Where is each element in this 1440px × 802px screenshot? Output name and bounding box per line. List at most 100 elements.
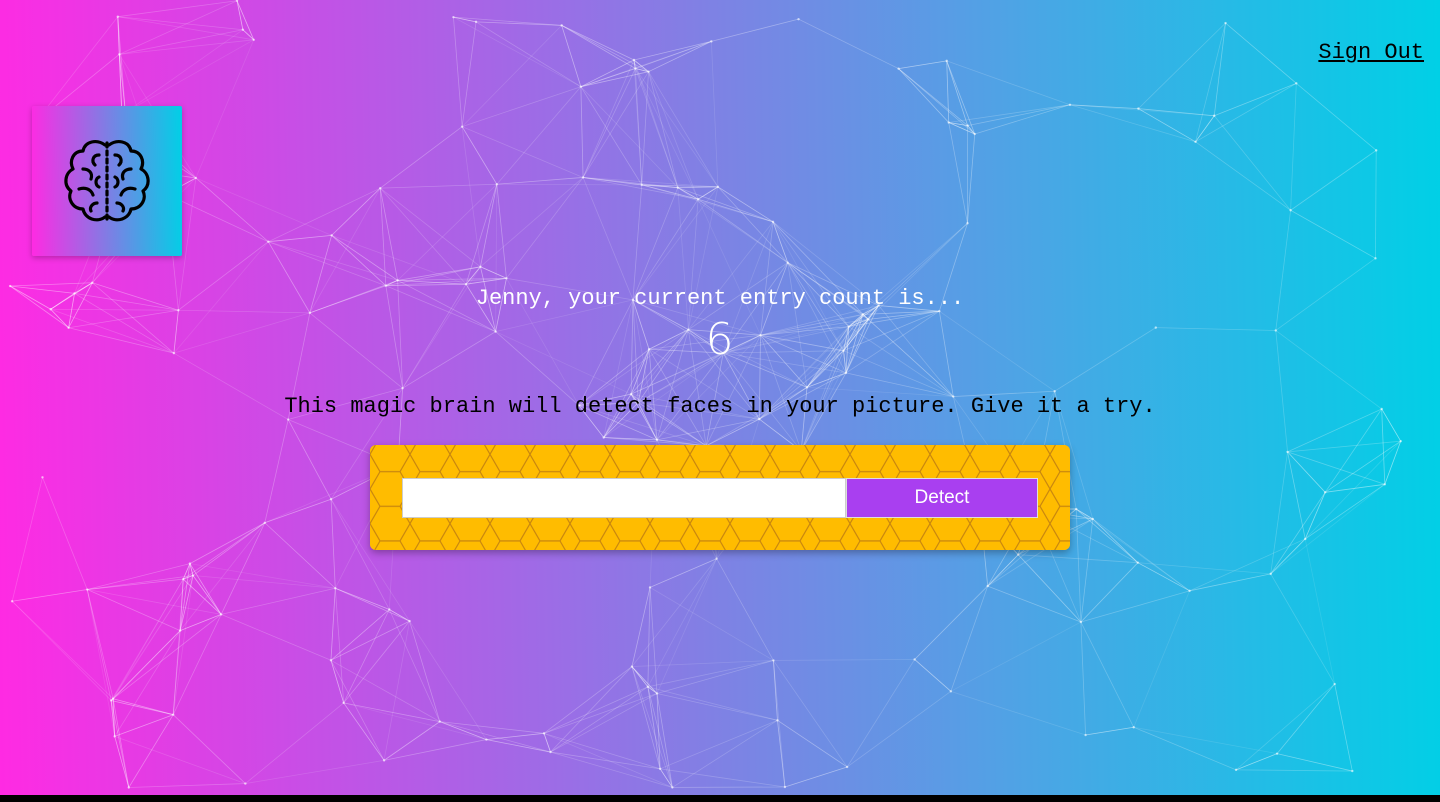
particle-link	[380, 126, 463, 189]
particle-link	[656, 558, 717, 694]
particle-link	[496, 86, 582, 185]
particle-link	[649, 587, 774, 661]
particle-dot	[505, 277, 508, 280]
image-url-input[interactable]	[402, 478, 846, 518]
particle-link	[633, 40, 712, 61]
particle-link	[1133, 726, 1237, 771]
particle-link	[1276, 683, 1335, 754]
particle-link	[128, 714, 174, 788]
particle-dot	[111, 697, 115, 700]
particle-link	[1080, 562, 1139, 623]
particle-link	[110, 575, 194, 701]
particle-link	[461, 25, 562, 127]
particle-dot	[844, 371, 848, 375]
particle-link	[172, 579, 184, 715]
particle-link	[453, 16, 562, 26]
particle-link	[543, 732, 673, 788]
particle-link	[330, 499, 336, 589]
particle-link	[330, 609, 390, 661]
sign-out-link[interactable]: Sign Out	[1318, 40, 1424, 65]
particle-link	[379, 187, 467, 285]
particle-dot	[396, 279, 399, 282]
particle-dot	[1269, 572, 1272, 576]
particle-link	[631, 666, 673, 788]
particle-link	[462, 86, 582, 128]
particle-link	[86, 589, 116, 737]
particle-link	[647, 660, 774, 688]
particle-dot	[219, 613, 223, 616]
particle-link	[87, 575, 194, 590]
particle-link	[110, 578, 184, 701]
particle-link	[1290, 209, 1376, 259]
particle-dot	[647, 70, 650, 73]
particle-link	[697, 198, 774, 223]
particle-dot	[194, 176, 198, 180]
particle-link	[634, 68, 679, 188]
particle-dot	[771, 220, 775, 224]
particle-link	[950, 690, 1086, 736]
particle-link	[550, 751, 673, 788]
particle-dot	[634, 67, 637, 70]
particle-link	[221, 587, 336, 615]
particle-link	[677, 186, 718, 189]
particle-link	[706, 418, 760, 447]
particle-link	[125, 39, 254, 113]
logo-tile[interactable]	[32, 106, 182, 256]
particle-dot	[581, 176, 585, 179]
particle-dot	[379, 186, 382, 190]
particle-link	[647, 686, 778, 721]
particle-link	[561, 25, 636, 69]
particle-dot	[696, 198, 700, 201]
particle-link	[114, 714, 174, 737]
particle-dot	[772, 659, 775, 662]
particle-link	[380, 183, 497, 189]
particle-link	[648, 41, 712, 73]
particle-link	[967, 133, 976, 224]
particle-link	[1296, 83, 1377, 151]
particle-link	[221, 614, 332, 661]
particle-link	[125, 29, 244, 113]
particle-link	[236, 0, 244, 30]
particle-dot	[127, 786, 130, 789]
particle-link	[119, 39, 254, 55]
particle-link	[1270, 538, 1306, 575]
particle-link	[335, 587, 390, 610]
particle-link	[1225, 22, 1297, 84]
particle-link	[334, 588, 345, 703]
particle-link	[1290, 150, 1377, 211]
particle-link	[649, 558, 717, 588]
form-subtitle: This magic brain will detect faces in yo…	[284, 394, 1156, 419]
particle-link	[1080, 590, 1190, 623]
particle-dot	[1136, 561, 1140, 564]
particle-link	[87, 589, 181, 631]
particle-link	[264, 498, 332, 524]
particle-link	[648, 71, 679, 188]
particle-dot	[1234, 768, 1238, 772]
particle-link	[550, 686, 649, 753]
particle-link	[220, 522, 266, 615]
particle-link	[87, 589, 222, 615]
particle-dot	[334, 587, 337, 590]
particle-dot	[776, 719, 779, 722]
particle-link	[12, 589, 88, 602]
particle-link	[697, 198, 788, 263]
particle-dot	[178, 629, 182, 632]
form-row: Detect	[402, 478, 1038, 518]
particle-dot	[1084, 733, 1087, 737]
particle-link	[580, 68, 636, 88]
particle-dot	[630, 665, 634, 668]
particle-link	[287, 419, 332, 500]
particle-link	[268, 234, 332, 243]
detect-button[interactable]: Detect	[846, 478, 1038, 518]
particle-link	[114, 735, 246, 784]
particle-dot	[797, 17, 800, 21]
particle-dot	[913, 658, 916, 661]
particle-dot	[648, 586, 652, 589]
particle-dot	[986, 584, 989, 588]
particle-link	[1236, 769, 1353, 772]
particle-dot	[1275, 752, 1279, 755]
particle-dot	[973, 132, 976, 136]
particle-dot	[1188, 589, 1191, 593]
particle-dot	[658, 767, 662, 771]
particle-dot	[710, 40, 713, 43]
